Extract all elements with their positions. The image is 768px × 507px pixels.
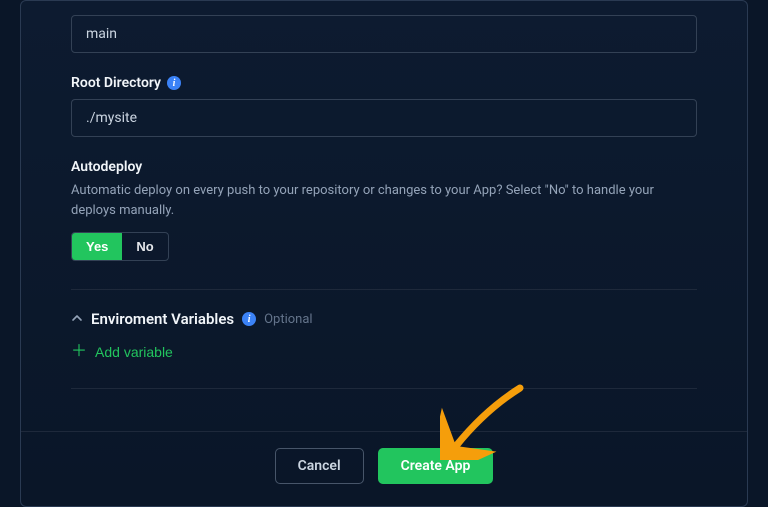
root-directory-input[interactable] (71, 99, 697, 137)
autodeploy-no-button[interactable]: No (122, 233, 167, 260)
plus-icon: ＋ (71, 344, 87, 360)
autodeploy-label-row: Autodeploy (71, 159, 697, 175)
branch-input[interactable] (71, 15, 697, 53)
autodeploy-toggle: Yes No (71, 232, 169, 261)
env-vars-header[interactable]: Enviroment Variables i Optional (71, 310, 697, 328)
env-vars-title: Enviroment Variables (91, 310, 234, 328)
form-panel: Root Directory i Autodeploy Automatic de… (20, 0, 748, 507)
autodeploy-field: Autodeploy Automatic deploy on every pus… (71, 159, 697, 261)
form-footer: Cancel Create App (21, 431, 747, 506)
add-variable-label: Add variable (95, 344, 173, 360)
create-app-button[interactable]: Create App (378, 448, 494, 484)
form-content: Root Directory i Autodeploy Automatic de… (21, 1, 747, 431)
root-directory-field: Root Directory i (71, 75, 697, 137)
root-directory-label: Root Directory (71, 75, 161, 91)
cancel-button[interactable]: Cancel (275, 448, 364, 484)
env-vars-optional: Optional (264, 312, 312, 327)
branch-field (71, 15, 697, 53)
divider (71, 289, 697, 290)
divider (71, 388, 697, 389)
add-variable-button[interactable]: ＋ Add variable (71, 344, 173, 360)
root-directory-label-row: Root Directory i (71, 75, 697, 91)
info-icon[interactable]: i (167, 76, 181, 90)
autodeploy-label: Autodeploy (71, 159, 142, 175)
autodeploy-helper: Automatic deploy on every push to your r… (71, 181, 697, 220)
chevron-up-icon (71, 312, 83, 327)
autodeploy-yes-button[interactable]: Yes (72, 233, 122, 260)
info-icon[interactable]: i (242, 312, 256, 326)
